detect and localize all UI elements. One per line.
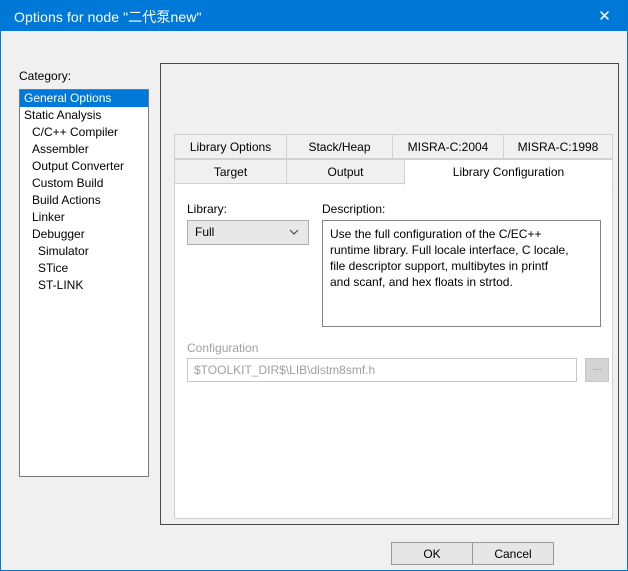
library-select-value: Full [195, 225, 215, 239]
tab-misra-c-2004[interactable]: MISRA-C:2004 [392, 134, 504, 159]
tab-output[interactable]: Output [286, 159, 405, 184]
configuration-label: Configuration [187, 341, 259, 355]
library-select[interactable]: Full [187, 220, 309, 245]
configuration-input-value: $TOOLKIT_DIR$\LIB\dlstm8smf.h [194, 363, 376, 377]
cancel-button-label: Cancel [494, 546, 532, 561]
dialog-client-area: Category: General Options Static Analysis… [1, 31, 627, 570]
window-title: Options for node "二代泵new" [14, 9, 202, 25]
category-listbox[interactable]: General Options Static Analysis C/C++ Comp… [19, 89, 149, 477]
description-box: Use the full configuration of the C/EC++… [322, 220, 601, 327]
configuration-input[interactable]: $TOOLKIT_DIR$\LIB\dlstm8smf.h [187, 358, 577, 382]
tab-row-1: Library Options Stack/Heap MISRA-C:2004 MIS… [174, 134, 613, 159]
tab-target[interactable]: Target [174, 159, 287, 184]
category-item-label: STice [38, 261, 69, 275]
category-item-custom-build[interactable]: Custom Build [20, 175, 148, 192]
description-label: Description: [322, 202, 386, 216]
description-text: Use the full configuration of the C/EC++… [330, 227, 569, 289]
tab-label: MISRA-C:2004 [407, 139, 489, 154]
category-item-output-converter[interactable]: Output Converter [20, 158, 148, 175]
category-item-assembler[interactable]: Assembler [20, 141, 148, 158]
tab-label: Target [213, 164, 248, 179]
category-item-c-c-compiler[interactable]: C/C++ Compiler [20, 124, 148, 141]
tab-misra-c-1998[interactable]: MISRA-C:1998 [503, 134, 613, 159]
library-label: Library: [187, 202, 228, 216]
category-item-label: Output Converter [32, 159, 125, 173]
close-icon: ✕ [598, 6, 611, 25]
tab-label: Stack/Heap [308, 139, 371, 154]
tab-label: Output [327, 164, 364, 179]
tab-library-options[interactable]: Library Options [174, 134, 287, 159]
category-item-general-options[interactable]: General Options [20, 90, 148, 107]
category-item-debugger[interactable]: Debugger [20, 226, 148, 243]
tab-library-configuration[interactable]: Library Configuration [404, 159, 613, 185]
category-item-label: Build Actions [32, 193, 101, 207]
tab-label: Library Options [189, 139, 272, 154]
ok-button[interactable]: OK [391, 542, 473, 565]
category-item-label: ST-LINK [38, 278, 84, 292]
category-item-label: General Options [24, 91, 112, 105]
category-item-build-actions[interactable]: Build Actions [20, 192, 148, 209]
tab-row-2: Target Output Library Configuration [174, 159, 613, 185]
ok-button-label: OK [423, 546, 441, 561]
category-item-label: Assembler [32, 142, 89, 156]
category-item-label: Linker [32, 210, 65, 224]
ellipsis-icon: ... [592, 360, 602, 373]
options-dialog: Options for node "二代泵new" ✕ Category: Ge… [0, 0, 628, 571]
category-label: Category: [19, 69, 72, 83]
tab-stack-heap[interactable]: Stack/Heap [286, 134, 393, 159]
chevron-down-icon [288, 226, 300, 238]
category-item-label: C/C++ Compiler [32, 125, 119, 139]
tab-page-library-configuration: Library: Full Description: Use the full … [174, 184, 613, 519]
category-item-label: Simulator [38, 244, 89, 258]
close-button[interactable]: ✕ [582, 1, 627, 31]
category-item-stice[interactable]: STice [20, 260, 148, 277]
browse-button[interactable]: ... [585, 358, 609, 382]
tab-control: Library Options Stack/Heap MISRA-C:2004 MIS… [174, 134, 613, 519]
category-item-label: Debugger [32, 227, 85, 241]
category-item-label: Custom Build [32, 176, 104, 190]
category-item-label: Static Analysis [24, 108, 102, 122]
tab-label: MISRA-C:1998 [517, 139, 599, 154]
title-bar: Options for node "二代泵new" ✕ [1, 1, 627, 31]
category-item-simulator[interactable]: Simulator [20, 243, 148, 260]
category-item-st-link[interactable]: ST-LINK [20, 277, 148, 294]
cancel-button[interactable]: Cancel [472, 542, 554, 565]
tab-label: Library Configuration [452, 165, 565, 179]
category-item-static-analysis[interactable]: Static Analysis [20, 107, 148, 124]
category-item-linker[interactable]: Linker [20, 209, 148, 226]
